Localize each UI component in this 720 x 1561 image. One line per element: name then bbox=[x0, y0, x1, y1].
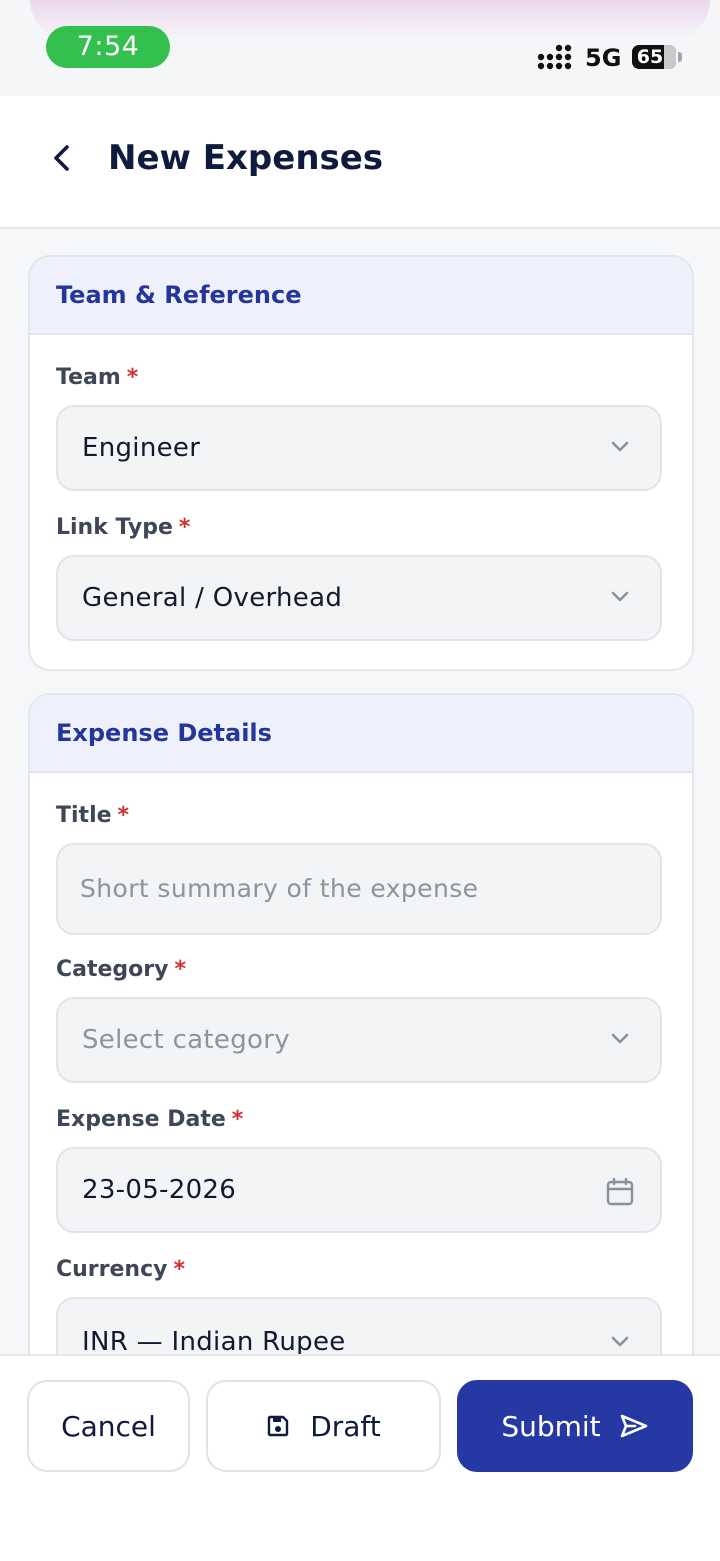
back-button[interactable] bbox=[40, 136, 84, 180]
title-label-text: Title bbox=[56, 803, 112, 828]
required-marker: * bbox=[126, 365, 139, 390]
chevron-left-icon bbox=[54, 145, 69, 171]
cancel-button-label: Cancel bbox=[61, 1409, 156, 1443]
app-header: New Expenses bbox=[0, 96, 720, 229]
category-label-text: Category bbox=[56, 957, 169, 982]
draft-button-label: Draft bbox=[310, 1409, 381, 1443]
cancel-button[interactable]: Cancel bbox=[27, 1380, 190, 1472]
required-marker: * bbox=[174, 957, 186, 982]
link-type-select[interactable]: General / Overhead bbox=[56, 555, 662, 641]
link-type-label: Link Type * bbox=[56, 515, 190, 540]
team-label-text: Team bbox=[56, 365, 121, 390]
title-field[interactable] bbox=[56, 843, 662, 935]
category-select[interactable]: Select category bbox=[56, 997, 662, 1083]
chevron-down-icon bbox=[611, 441, 629, 452]
team-select-value: Engineer bbox=[82, 433, 201, 463]
chevron-down-icon bbox=[611, 1336, 629, 1347]
battery-level: 65 bbox=[636, 46, 664, 68]
expense-date-value: 23-05-2026 bbox=[82, 1175, 237, 1205]
team-label: Team * bbox=[56, 365, 138, 390]
link-type-label-text: Link Type bbox=[56, 515, 173, 540]
team-reference-card: Team & Reference Team * Engineer Link Typ… bbox=[28, 255, 694, 671]
section-header: Team & Reference bbox=[30, 257, 692, 335]
submit-button-label: Submit bbox=[501, 1409, 601, 1443]
calendar-icon[interactable] bbox=[606, 1177, 634, 1207]
expense-date-label: Expense Date * bbox=[56, 1107, 243, 1132]
submit-button[interactable]: Submit bbox=[457, 1380, 693, 1472]
title-input[interactable] bbox=[80, 845, 620, 933]
category-select-placeholder: Select category bbox=[82, 1025, 290, 1055]
bottom-action-bar: Cancel Draft Submit bbox=[0, 1354, 720, 1561]
expense-details-card: Expense Details Title* Category* Select … bbox=[28, 693, 694, 1417]
currency-label: Currency * bbox=[56, 1257, 185, 1282]
required-marker: * bbox=[178, 515, 191, 540]
battery-tip bbox=[678, 52, 682, 62]
team-select[interactable]: Engineer bbox=[56, 405, 662, 491]
required-marker: * bbox=[231, 1107, 244, 1132]
send-icon bbox=[619, 1413, 649, 1439]
floppy-disk-icon bbox=[266, 1414, 290, 1438]
section-title: Expense Details bbox=[56, 719, 272, 747]
status-bar: 7:54 5G 65 bbox=[0, 0, 720, 96]
section-title: Team & Reference bbox=[56, 281, 302, 309]
link-type-select-value: General / Overhead bbox=[82, 583, 343, 613]
required-marker: * bbox=[173, 1257, 185, 1282]
draft-button[interactable]: Draft bbox=[206, 1380, 441, 1472]
battery-icon: 65 bbox=[632, 45, 676, 69]
battery-empty-segment bbox=[664, 45, 676, 69]
title-label: Title * bbox=[56, 803, 129, 828]
status-time: 7:54 bbox=[46, 26, 170, 68]
required-marker: * bbox=[117, 803, 130, 828]
section-header: Expense Details bbox=[30, 695, 692, 773]
expense-date-label-text: Expense Date bbox=[56, 1107, 226, 1132]
category-label: Category * bbox=[56, 957, 186, 982]
chevron-down-icon bbox=[611, 1033, 629, 1044]
expense-date-field[interactable]: 23-05-2026 bbox=[56, 1147, 662, 1233]
network-type: 5G bbox=[585, 44, 622, 72]
currency-label-text: Currency bbox=[56, 1257, 168, 1282]
chevron-down-icon bbox=[611, 591, 629, 602]
signal-icon bbox=[537, 44, 572, 70]
page-title: New Expenses bbox=[108, 138, 384, 178]
